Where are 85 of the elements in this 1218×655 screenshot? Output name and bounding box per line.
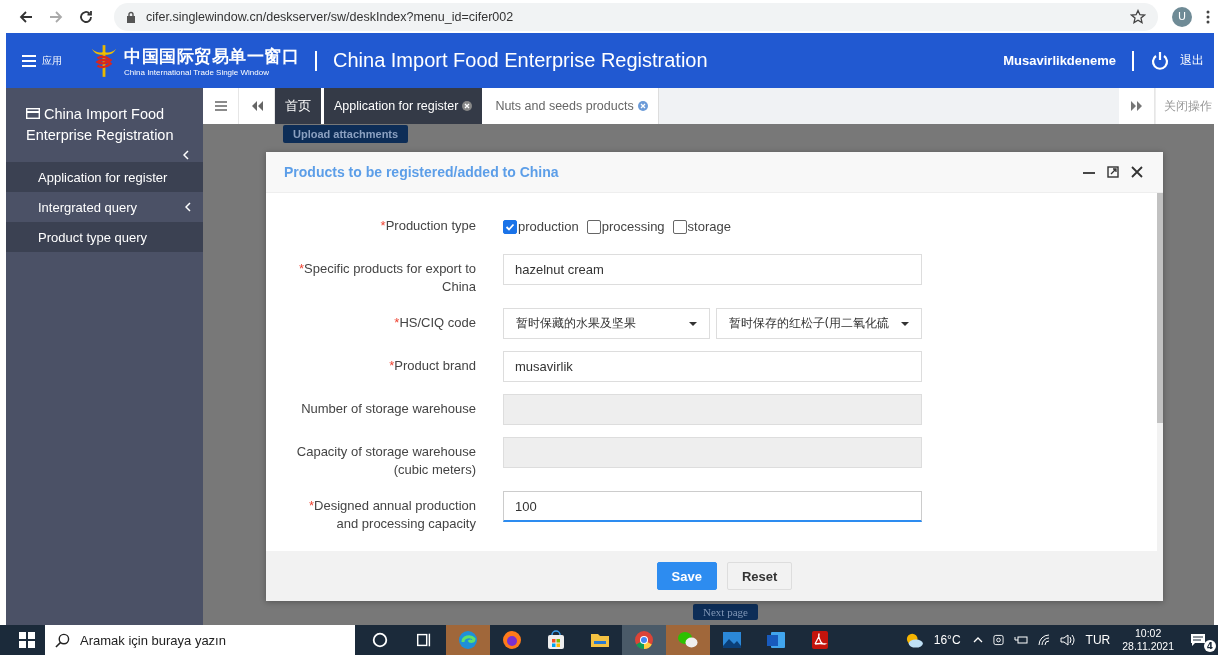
field-label: *Specific products for export to China: [297, 260, 476, 296]
input-field[interactable]: 100: [503, 491, 922, 522]
sidebar-title: China Import Food Enterprise Registration: [26, 105, 175, 145]
wave-icon: [458, 630, 478, 650]
logout-button[interactable]: 退出: [1150, 50, 1204, 71]
page-tab[interactable]: Application for register: [324, 88, 486, 124]
battery-plug-icon[interactable]: [1013, 635, 1028, 645]
landscape-icon: [722, 630, 742, 650]
checkbox[interactable]: [672, 219, 687, 234]
reset-button[interactable]: Reset: [726, 562, 793, 590]
card-icon: [26, 108, 40, 119]
shopping-bag-icon: [546, 630, 566, 650]
chevron-up-icon[interactable]: [972, 637, 983, 643]
menu-toggle-button[interactable]: [203, 88, 239, 124]
wechat-taskbar-button[interactable]: [666, 625, 710, 655]
apps-menu-button[interactable]: 应用: [22, 53, 62, 68]
dropdown[interactable]: 暂时保存的红松子(用二氧化硫: [715, 308, 922, 339]
taskbar-search-field[interactable]: Aramak için buraya yazın: [45, 625, 355, 655]
app-title: China Import Food Enterprise Registration: [333, 49, 709, 72]
menu-icon: [22, 54, 36, 67]
checkbox-option[interactable]: processing: [586, 219, 665, 234]
checkbox-option[interactable]: production: [503, 219, 579, 234]
chrome-icon: [634, 630, 654, 650]
more-icon[interactable]: [1206, 8, 1210, 25]
wifi-icon[interactable]: [1037, 634, 1050, 646]
notification-count: 4: [1204, 640, 1216, 652]
checkbox[interactable]: [586, 219, 601, 234]
circle-icon: [371, 631, 389, 649]
sidebar-item[interactable]: Intergrated query: [6, 192, 203, 222]
task-view-icon: [415, 631, 433, 649]
star-icon[interactable]: [1130, 8, 1146, 25]
close-icon[interactable]: [1131, 166, 1143, 178]
search-icon: [55, 632, 70, 648]
field-label: *Product brand: [388, 357, 476, 375]
field-label: Capacity of storage warehouse (cubic meters): [295, 443, 476, 479]
double-left-icon: [250, 101, 263, 111]
maximize-icon[interactable]: [1107, 166, 1119, 178]
reload-icon[interactable]: [78, 8, 94, 25]
address-bar[interactable]: cifer.singlewindow.cn/deskserver/sw/deskIndex?menu_id=cifer002: [114, 2, 1158, 31]
double-right-icon: [1130, 101, 1143, 111]
input-field[interactable]: musavirlik: [503, 351, 922, 382]
taskbar-clock[interactable]: 10:02 28.11.2021: [1122, 627, 1174, 653]
temperature: 16°C: [933, 633, 961, 647]
profile-avatar[interactable]: U: [1172, 6, 1192, 27]
field-label: *HS/CIQ code: [393, 314, 476, 332]
input-language[interactable]: TUR: [1085, 633, 1111, 647]
collapse-chevron-icon[interactable]: [183, 150, 189, 160]
menu-icon: [214, 101, 227, 111]
scrollbar-thumb[interactable]: [1157, 193, 1163, 423]
user-name[interactable]: Musavirlikdeneme: [1003, 53, 1116, 68]
scroll-right-button[interactable]: [1119, 88, 1155, 124]
chevron-icon: [185, 202, 191, 212]
input-field[interactable]: hazelnut cream: [503, 254, 922, 285]
page-tab[interactable]: 首页: [275, 88, 324, 124]
upload-attachments-button[interactable]: Upload attachments: [283, 125, 409, 143]
sidebar-item[interactable]: Application for register: [6, 162, 203, 192]
sidebar-item[interactable]: Product type query: [6, 222, 203, 252]
message-icon: [1190, 633, 1206, 647]
chat-bubbles-icon: [677, 630, 699, 650]
close-icon[interactable]: [462, 101, 473, 111]
back-icon[interactable]: [18, 8, 34, 25]
pdf-icon: [810, 630, 830, 650]
field-label: *Designed annual production and processing capacity: [308, 497, 476, 533]
caret-icon: [901, 321, 909, 326]
caret-icon: [688, 321, 697, 326]
power-icon: [1150, 50, 1170, 71]
scroll-left-button[interactable]: [239, 88, 275, 124]
chrome-taskbar-button[interactable]: [622, 625, 666, 655]
notifications-button[interactable]: 4: [1190, 628, 1214, 652]
checkbox-option[interactable]: storage: [672, 219, 731, 234]
next-page-button[interactable]: Next page: [693, 604, 758, 620]
windows-start-icon[interactable]: [19, 632, 35, 648]
logo-title: 中国国际贸易单一窗口: [124, 44, 299, 68]
page-tab[interactable]: Nuts and seeds products: [485, 88, 659, 124]
checkbox[interactable]: [503, 219, 517, 234]
field-label: *Production type: [379, 217, 476, 235]
caduceus-emblem-icon: [90, 42, 118, 79]
speaker-icon[interactable]: [1059, 634, 1076, 646]
field-label: Number of storage warehouse: [300, 400, 476, 418]
dialog-title: Products to be registered/added to China: [284, 164, 560, 180]
check-icon: [505, 221, 515, 232]
logo-subtitle: China International Trade Single Window: [124, 67, 270, 77]
camera-icon[interactable]: [992, 634, 1004, 646]
dropdown[interactable]: 暂时保藏的水果及坚果: [503, 308, 710, 339]
lock-icon: [126, 10, 136, 23]
